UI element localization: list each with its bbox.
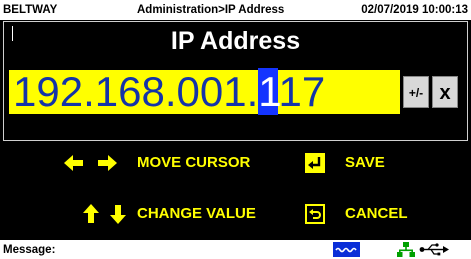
ip-address-screen: BELTWAY Administration>IP Address 02/07/…: [0, 0, 471, 259]
help-row-move: MOVE CURSOR SAVE: [0, 148, 471, 178]
wave-icon: [333, 242, 360, 257]
return-icon: [305, 204, 325, 224]
status-bar: BELTWAY Administration>IP Address 02/07/…: [0, 0, 471, 20]
usb-icon: [419, 243, 449, 256]
plus-minus-button[interactable]: +/-: [403, 76, 429, 108]
ip-entry-panel: IP Address 192.168.001.117 +/- x: [3, 21, 468, 141]
arrow-right-icon: [98, 155, 117, 171]
clear-button[interactable]: x: [432, 76, 458, 108]
arrow-up-icon: [83, 204, 99, 223]
cancel-label: CANCEL: [345, 205, 408, 222]
message-label: Message:: [3, 244, 56, 256]
change-value-label: CHANGE VALUE: [137, 205, 256, 222]
help-row-change: CHANGE VALUE CANCEL: [0, 199, 471, 229]
ip-address-field[interactable]: 192.168.001.117: [9, 68, 400, 115]
breadcrumb: Administration>IP Address: [137, 4, 285, 16]
enter-key-icon: [305, 153, 325, 173]
arrow-left-icon: [64, 155, 83, 171]
network-icon: [397, 242, 415, 257]
ip-suffix: 17: [278, 68, 326, 115]
save-label: SAVE: [345, 154, 385, 171]
message-bar: Message:: [0, 240, 471, 259]
page-title: IP Address: [170, 27, 301, 55]
device-name: BELTWAY: [3, 4, 58, 16]
ip-prefix: 192.168.001.: [13, 68, 259, 115]
datetime: 02/07/2019 10:00:13: [361, 4, 468, 16]
ip-address-value: 192.168.001.117: [13, 68, 326, 115]
cursor-digit[interactable]: 1: [258, 68, 279, 115]
arrow-down-icon: [110, 205, 126, 224]
move-cursor-label: MOVE CURSOR: [137, 154, 251, 171]
